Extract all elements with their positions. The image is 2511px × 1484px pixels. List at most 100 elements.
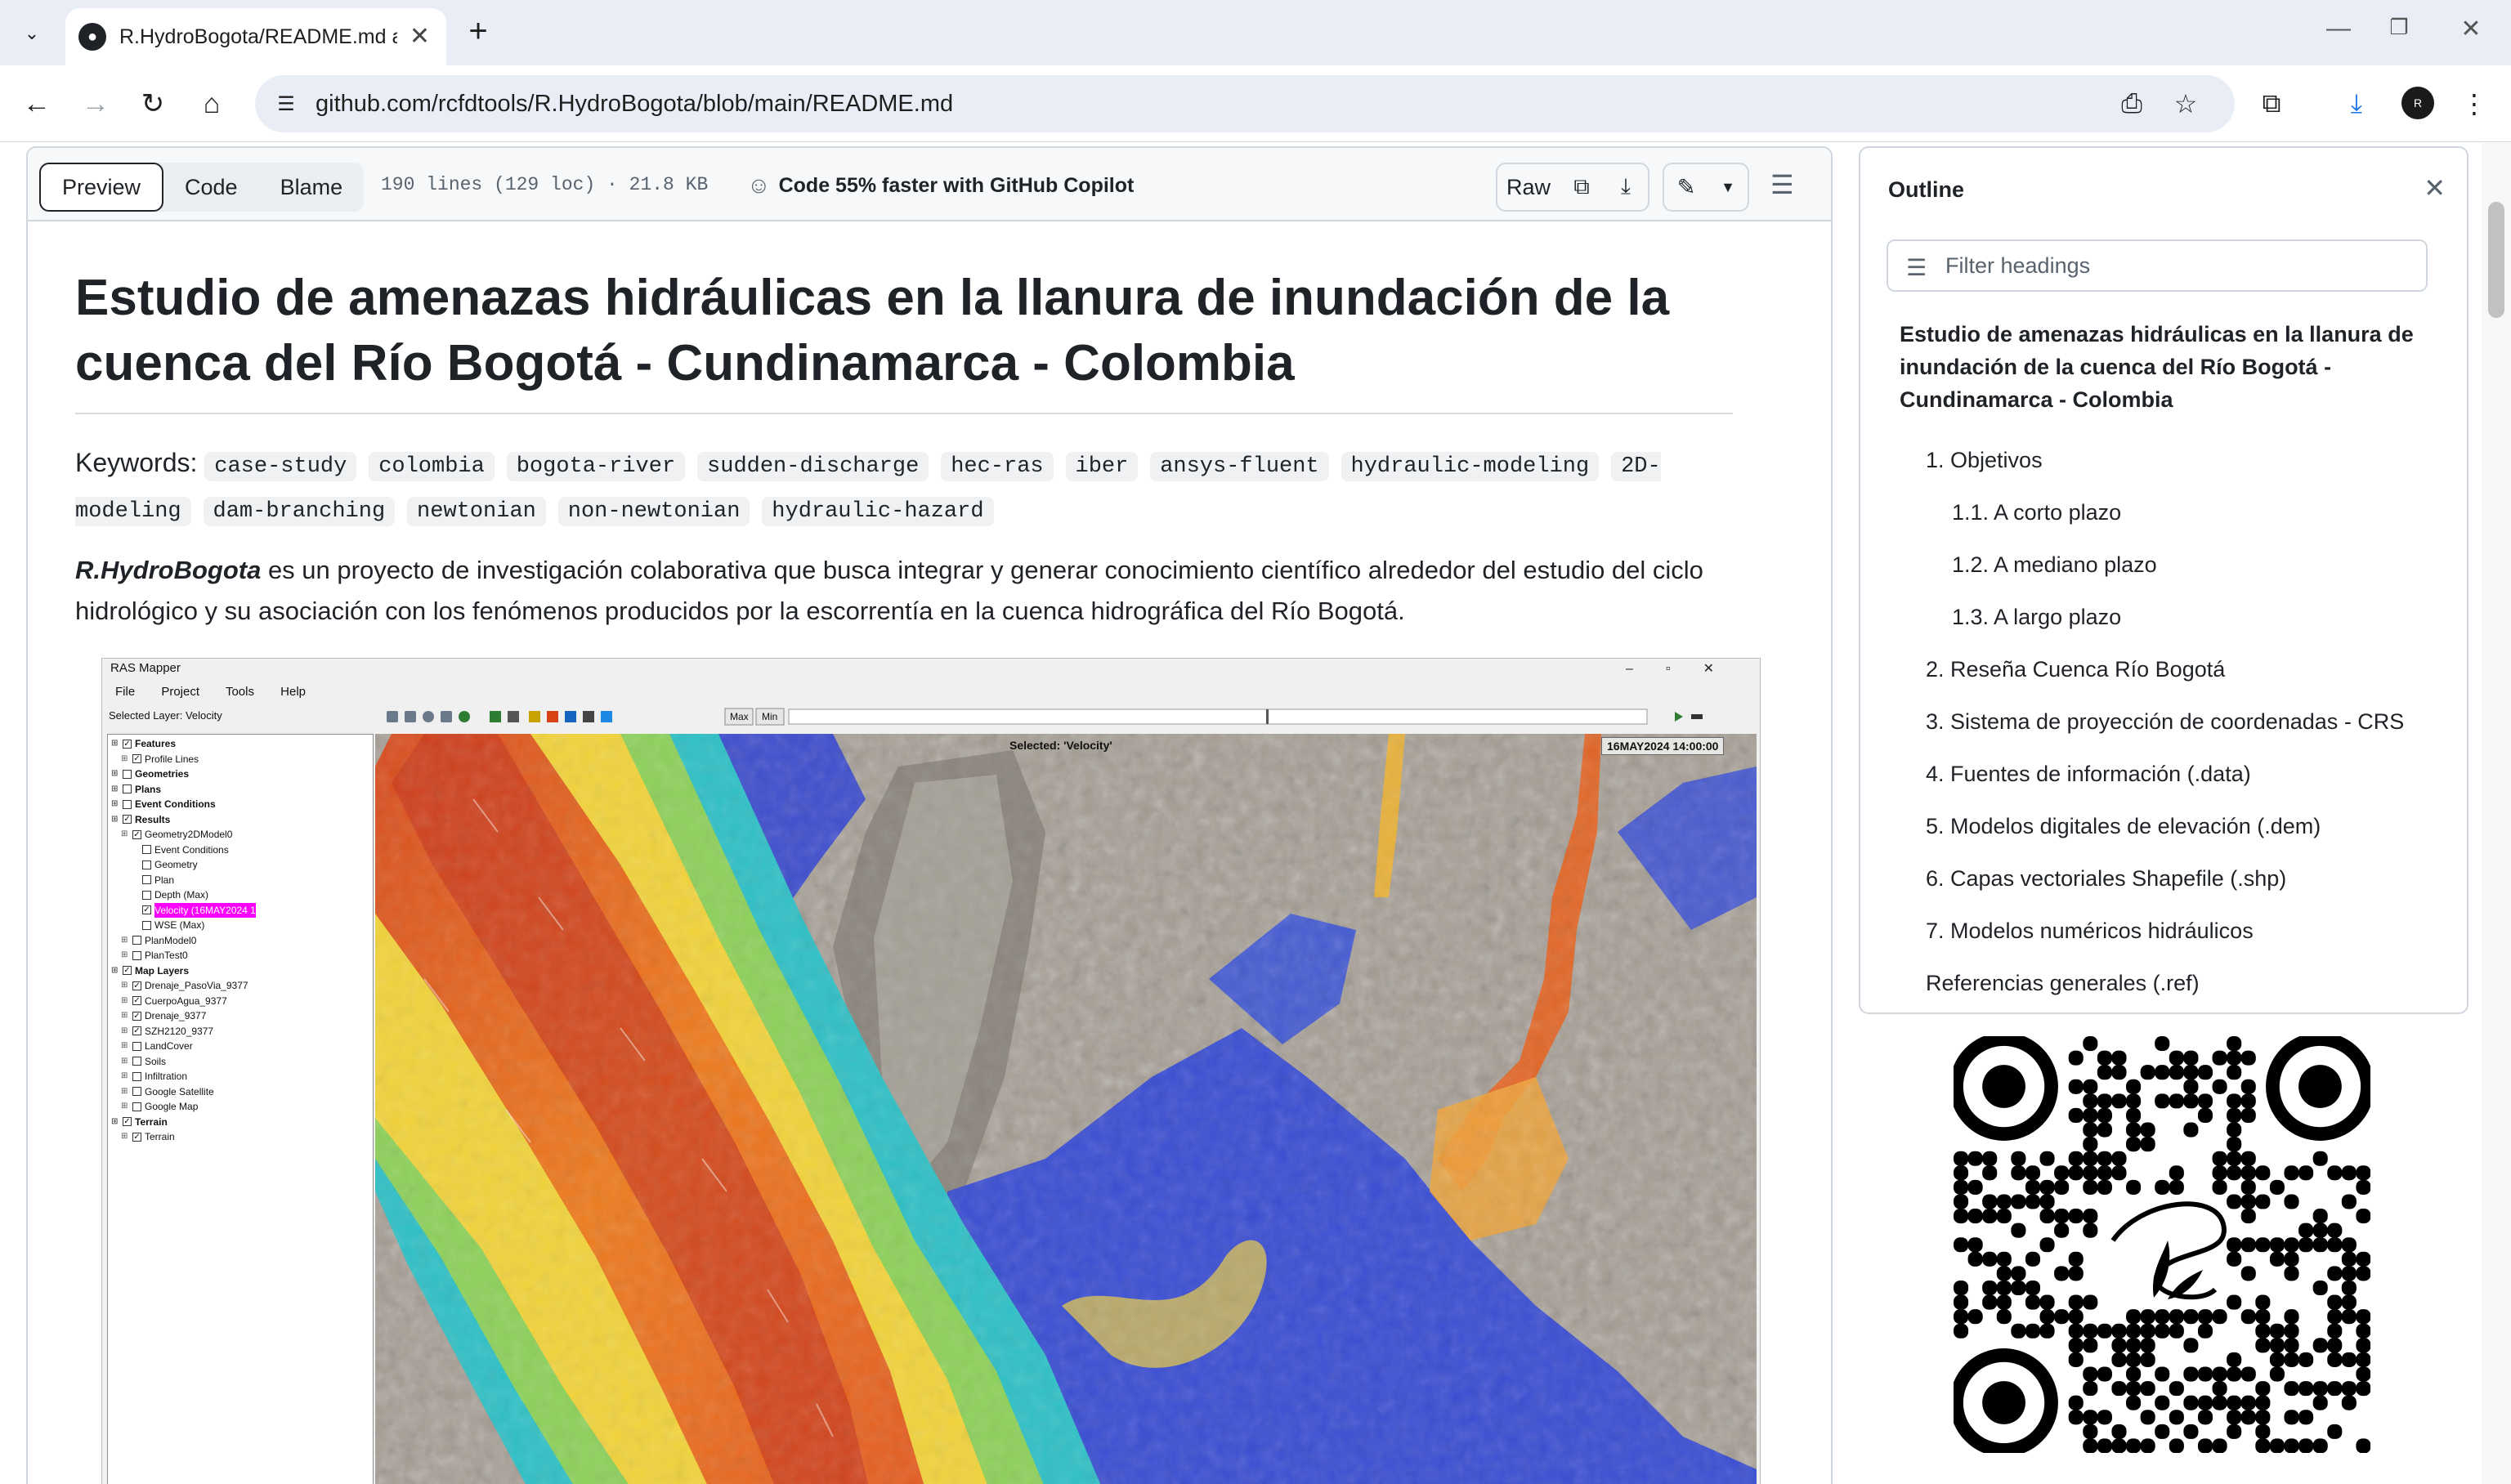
ras-tree-node[interactable]: ⊞ ✓ Terrain [108,1129,373,1145]
tree-checkbox[interactable]: ✓ [142,905,151,915]
tree-expander-icon[interactable]: ⊞ [111,797,119,812]
ras-tree-node[interactable]: ⊞ Geometries [108,767,373,782]
outline-item[interactable]: 1.3. A largo plazo [1900,591,2439,643]
new-tab-plus-icon[interactable]: + [459,13,497,50]
tree-checkbox[interactable] [132,950,141,960]
browser-menu-kebab-icon[interactable]: ⋮ [2452,82,2496,126]
ras-tree-node[interactable]: ⊞ ✓ Geometry2DModel0 [108,827,373,843]
outline-item[interactable]: 5. Modelos digitales de elevación (.dem) [1900,800,2439,852]
outline-item[interactable]: 1.2. A mediano plazo [1900,539,2439,591]
tree-expander-icon[interactable]: ⊞ [111,963,119,979]
tree-expander-icon[interactable]: ⊞ [121,1008,129,1024]
ras-tree-node[interactable]: ✓ Velocity (16MAY2024 1 [108,902,373,918]
raw-button[interactable]: Raw [1496,163,1561,212]
site-info-icon[interactable]: ☰ [266,84,306,123]
tree-checkbox[interactable]: ✓ [132,754,141,764]
copilot-promo[interactable]: ☺ Code 55% faster with GitHub Copilot [747,172,1134,199]
tree-checkbox[interactable]: ✓ [132,981,141,990]
tree-checkbox[interactable] [132,1071,141,1081]
tree-checkbox[interactable]: ✓ [123,815,132,825]
tree-expander-icon[interactable]: ⊞ [111,1115,119,1130]
tab-blame[interactable]: Blame [259,163,365,212]
url-text[interactable]: github.com/rcfdtools/R.HydroBogota/blob/… [316,91,953,118]
outline-item[interactable]: 3. Sistema de proyección de coordenadas … [1900,695,2439,748]
tree-expander-icon[interactable]: ⊞ [121,1084,129,1100]
profile-avatar[interactable]: R [2401,87,2434,119]
ras-tree-node[interactable]: ⊞ ✓ SZH2120_9377 [108,1024,373,1039]
ras-tree-node[interactable]: ⊞ Soils [108,1054,373,1070]
ras-tree-node[interactable]: ⊞ ✓ Drenaje_9377 [108,1008,373,1024]
outline-item[interactable]: 7. Modelos numéricos hidráulicos [1900,905,2439,957]
ras-tree-node[interactable]: ⊞ PlanTest0 [108,948,373,963]
outline-item[interactable]: 1.1. A corto plazo [1900,486,2439,539]
tree-checkbox[interactable] [142,920,151,930]
tree-checkbox[interactable]: ✓ [132,1026,141,1036]
restore-icon[interactable]: ❐ [2379,15,2419,40]
outline-item[interactable]: 4. Fuentes de información (.data) [1900,748,2439,800]
copy-raw-icon[interactable]: ⧉ [1560,163,1605,212]
tree-checkbox[interactable] [132,936,141,945]
ras-tree-node[interactable]: ⊞ ✓ Drenaje_PasoVia_9377 [108,978,373,994]
tree-expander-icon[interactable]: ⊞ [121,1024,129,1039]
outline-close-icon[interactable]: ✕ [2424,172,2446,203]
tree-checkbox[interactable]: ✓ [123,1117,132,1127]
tree-checkbox[interactable]: ✓ [132,829,141,839]
extensions-puzzle-icon[interactable]: ⧉ [2249,82,2294,126]
tree-expander-icon[interactable]: ⊞ [121,827,129,843]
ras-tree-node[interactable]: Depth (Max) [108,887,373,903]
tree-expander-icon[interactable]: ⊞ [121,1054,129,1070]
download-raw-icon[interactable]: ⤓ [1604,163,1649,212]
ras-tree-node[interactable]: ⊞ Google Satellite [108,1084,373,1100]
tree-expander-icon[interactable]: ⊞ [121,933,129,949]
ras-tree-node[interactable]: WSE (Max) [108,918,373,933]
ras-tree-node[interactable]: ⊞ Event Conditions [108,797,373,812]
tree-checkbox[interactable] [142,845,151,855]
address-bar[interactable]: ☰ github.com/rcfdtools/R.HydroBogota/blo… [255,75,2235,132]
tab-preview[interactable]: Preview [39,163,164,212]
tree-expander-icon[interactable]: ⊞ [121,994,129,1009]
ras-tree-node[interactable]: Plan [108,873,373,888]
tree-expander-icon[interactable]: ⊞ [111,767,119,782]
ras-tree-node[interactable]: ⊞ LandCover [108,1039,373,1054]
ras-tree-node[interactable]: ⊞ Infiltration [108,1069,373,1084]
install-app-icon[interactable]: ⎙ [2115,88,2148,119]
bookmark-star-icon[interactable]: ☆ [2169,88,2202,119]
window-close-icon[interactable]: ✕ [2451,15,2491,43]
tree-checkbox[interactable]: ✓ [123,966,132,976]
tree-checkbox[interactable] [142,875,151,885]
downloads-icon[interactable]: ⤓ [2334,82,2379,126]
tree-expander-icon[interactable]: ⊞ [121,1099,129,1115]
tree-checkbox[interactable] [123,799,132,809]
ras-tree-node[interactable]: ⊞ ✓ Results [108,812,373,828]
outline-list-icon[interactable]: ☰ [1770,169,1794,200]
tree-checkbox[interactable]: ✓ [123,739,132,749]
ras-tree-node[interactable]: ⊞ ✓ Features [108,736,373,752]
tree-checkbox[interactable] [123,769,132,779]
ras-tree-node[interactable]: ⊞ ✓ Map Layers [108,963,373,979]
reload-icon[interactable]: ↻ [132,83,173,124]
tree-checkbox[interactable] [142,890,151,900]
outline-item[interactable]: Referencias generales (.ref) [1900,957,2439,1009]
tree-checkbox[interactable]: ✓ [132,996,141,1006]
ras-tree-node[interactable]: Geometry [108,857,373,873]
ras-tree-node[interactable]: Event Conditions [108,843,373,858]
ras-tree-node[interactable]: ⊞ ✓ CuerpoAgua_9377 [108,994,373,1009]
tree-expander-icon[interactable]: ⊞ [121,948,129,963]
scrollbar-thumb[interactable] [2488,202,2504,318]
tab-close-icon[interactable]: ✕ [410,22,430,51]
outline-item[interactable]: 6. Capas vectoriales Shapefile (.shp) [1900,852,2439,905]
edit-dropdown-chevron-icon[interactable]: ▼ [1708,163,1749,212]
minimize-icon[interactable]: — [2318,15,2359,42]
tree-expander-icon[interactable]: ⊞ [111,782,119,798]
tree-expander-icon[interactable]: ⊞ [121,1039,129,1054]
ras-tree-node[interactable]: ⊞ PlanModel0 [108,933,373,949]
tree-checkbox[interactable] [123,784,132,794]
outline-item[interactable]: 2. Reseña Cuenca Río Bogotá [1900,643,2439,695]
tree-checkbox[interactable] [142,860,151,869]
filter-headings-input[interactable] [1945,249,2403,282]
tree-expander-icon[interactable]: ⊞ [111,736,119,752]
tree-checkbox[interactable] [132,1087,141,1097]
tab-search-chevron-icon[interactable]: ⌄ [11,15,52,52]
tree-expander-icon[interactable]: ⊞ [121,1069,129,1084]
outline-item[interactable]: Estudio de amenazas hidráulicas en la ll… [1900,318,2439,416]
